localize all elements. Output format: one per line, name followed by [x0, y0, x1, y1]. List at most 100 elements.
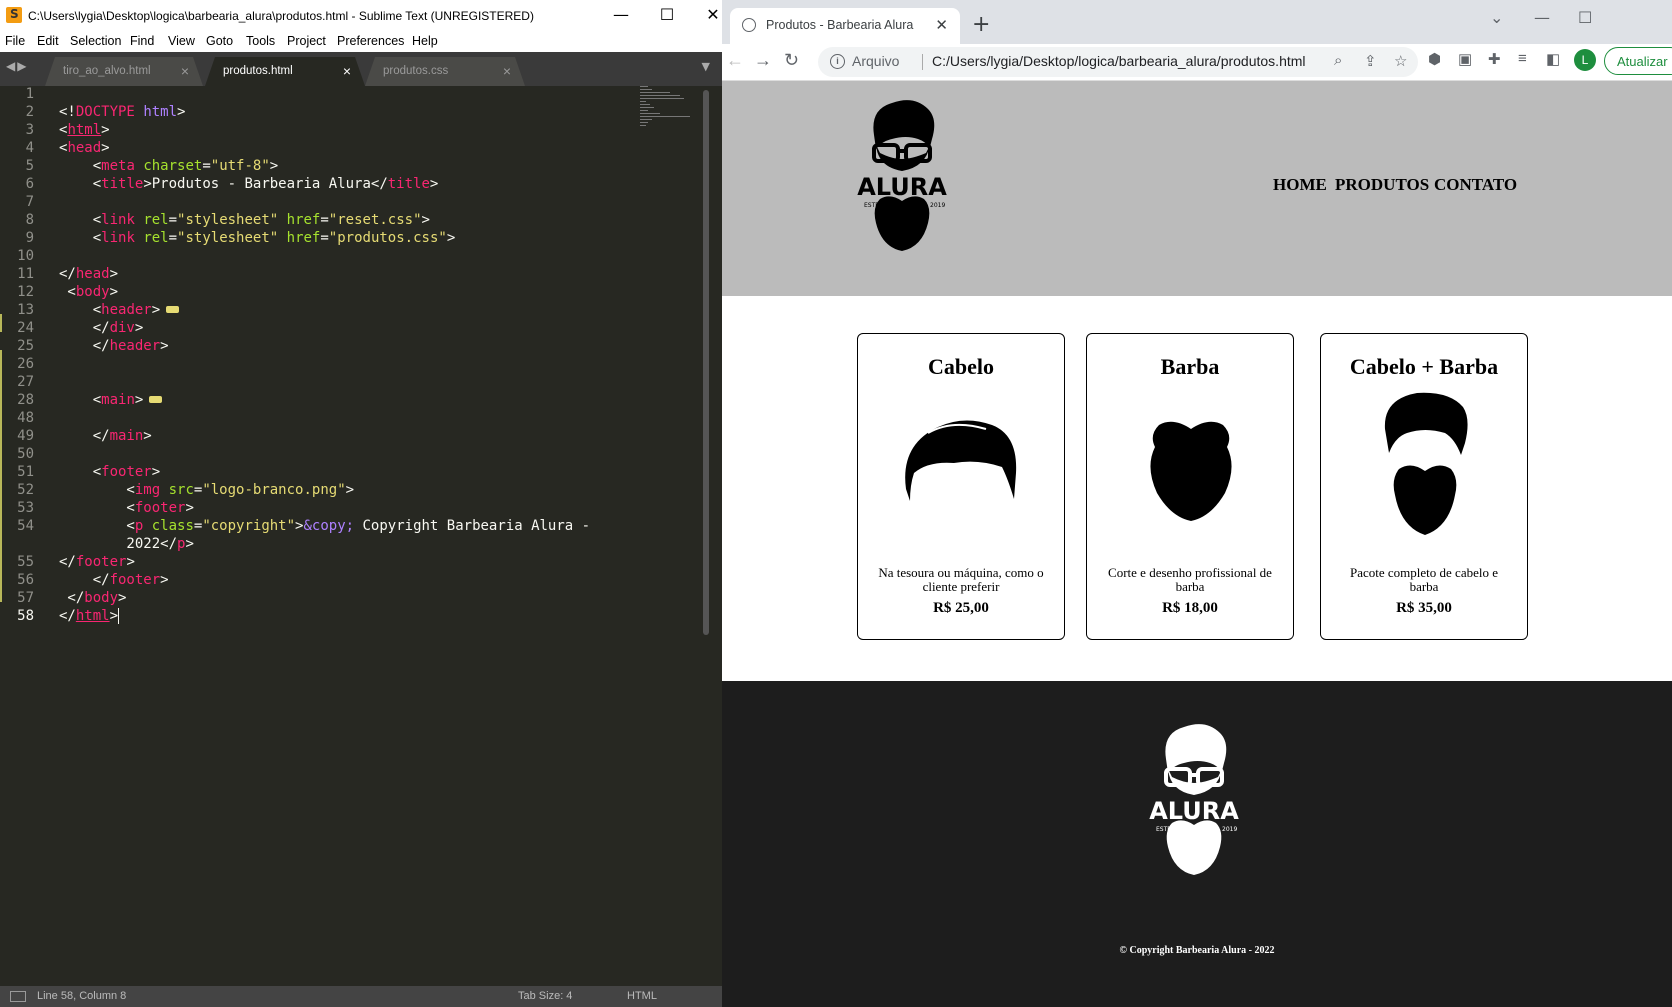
menu-help[interactable]: Help: [412, 34, 438, 48]
url-text[interactable]: C:/Users/lygia/Desktop/logica/barbearia_…: [932, 53, 1306, 69]
line-number: 28: [17, 392, 34, 408]
minimize-button[interactable]: —: [598, 0, 644, 32]
modified-marker: [0, 566, 2, 584]
minimap[interactable]: [640, 86, 698, 146]
update-button[interactable]: Atualizar: [1604, 47, 1672, 75]
code-line: </head>: [59, 266, 119, 282]
card-description: Pacote completo de cabelo e barba: [1350, 565, 1498, 594]
tab-size[interactable]: Tab Size: 4: [518, 990, 572, 1002]
line-number: 48: [17, 410, 34, 426]
close-tab-icon[interactable]: ×: [343, 63, 351, 79]
close-tab-icon[interactable]: ×: [181, 63, 189, 79]
panel-toggle-icon[interactable]: [10, 991, 26, 1002]
menu-goto[interactable]: Goto: [206, 34, 233, 48]
line-number: 58: [17, 608, 34, 624]
product-card-cabelo: Cabelo Na tesoura ou máquina, como o cli…: [857, 333, 1065, 640]
maximize-button[interactable]: ☐: [1578, 8, 1592, 27]
side-panel-icon[interactable]: ◧: [1546, 50, 1560, 68]
logo-text: ALURA: [857, 173, 947, 201]
tab-label: produtos.html: [223, 65, 293, 77]
card-price: R$ 18,00: [1162, 600, 1218, 616]
code-line: 2022</p>: [59, 536, 194, 552]
line-number: 10: [17, 248, 34, 264]
browser-tab[interactable]: Produtos - Barbearia Alura ✕: [730, 8, 960, 44]
line-number: 2: [25, 104, 34, 120]
new-tab-icon[interactable]: +: [972, 12, 990, 37]
card-title: Cabelo: [928, 354, 994, 379]
bookmark-star-icon[interactable]: ☆: [1394, 52, 1407, 70]
alura-logo[interactable]: ALURA ESTD 2019: [852, 95, 952, 255]
reload-icon[interactable]: ↻: [784, 50, 799, 71]
info-icon[interactable]: i: [830, 54, 845, 69]
cursor-position: Line 58, Column 8: [37, 990, 127, 1002]
product-card-barba: Barba Corte e desenho profissional de ba…: [1086, 333, 1294, 640]
globe-icon: [742, 18, 756, 32]
fold-marker-icon[interactable]: [166, 305, 180, 313]
editor-scrollbar[interactable]: [703, 90, 709, 635]
modified-marker: [0, 314, 2, 332]
card-price: R$ 35,00: [1396, 600, 1452, 616]
address-bar[interactable]: i Arquivo C:/Users/lygia/Desktop/logica/…: [818, 47, 1418, 77]
close-tab-icon[interactable]: ✕: [935, 16, 948, 34]
tab-nav-arrows-icon[interactable]: ◀▶: [6, 59, 28, 73]
line-number: 8: [25, 212, 34, 228]
tab-label: tiro_ao_alvo.html: [63, 65, 151, 77]
code-line: <p class="copyright">&copy; Copyright Ba…: [59, 518, 591, 534]
media-icon[interactable]: ≡: [1518, 50, 1527, 67]
back-icon[interactable]: ←: [726, 50, 744, 71]
code-line: </html>: [59, 608, 120, 624]
tab-search-icon[interactable]: ⌄: [1490, 8, 1503, 27]
logo-text: ALURA: [1149, 797, 1239, 825]
scheme-label: Arquivo: [852, 53, 900, 69]
nav-contato[interactable]: CONTATO: [1434, 175, 1517, 195]
text-cursor: [118, 608, 120, 624]
minimize-button[interactable]: —: [1534, 8, 1550, 27]
tab-produtos-css[interactable]: produtos.css ×: [365, 57, 525, 86]
menu-preferences[interactable]: Preferences: [337, 34, 404, 48]
menu-project[interactable]: Project: [287, 34, 326, 48]
hair-icon: [905, 420, 1017, 501]
puzzle-icon[interactable]: ✚: [1488, 50, 1501, 68]
line-number: 3: [25, 122, 34, 138]
share-icon[interactable]: ⇪: [1364, 52, 1377, 70]
forward-icon[interactable]: →: [754, 50, 772, 71]
syntax-mode[interactable]: HTML: [627, 990, 657, 1002]
close-tab-icon[interactable]: ×: [503, 63, 511, 79]
code-line: <main>: [59, 392, 163, 408]
tab-dropdown-icon[interactable]: ▼: [702, 60, 710, 73]
card-title: Cabelo + Barba: [1349, 354, 1499, 379]
menu-file[interactable]: File: [5, 34, 25, 48]
code-editor[interactable]: 1 2 3 4 5 6 7 8 9 10 11 12 13 24 25 26 27 28 48 49 50 51 52 53 5…: [0, 86, 712, 986]
line-number: 52: [17, 482, 34, 498]
line-number: 26: [17, 356, 34, 372]
line-number: 27: [17, 374, 34, 390]
menu-bar: File Edit Selection Find View Goto Tools…: [0, 32, 722, 52]
menu-find[interactable]: Find: [130, 34, 154, 48]
page-viewport: ALURA ESTD 2019 HOME PRODUTOS CONTATO Ca…: [722, 81, 1672, 1007]
window-title: C:\Users\lygia\Desktop\logica\barbearia_…: [28, 9, 534, 23]
logo-year: 2019: [1222, 826, 1237, 833]
line-number: 6: [25, 176, 34, 192]
menu-selection[interactable]: Selection: [70, 34, 121, 48]
line-number: 24: [17, 320, 34, 336]
extension-icon[interactable]: ⬢: [1428, 50, 1441, 68]
tab-produtos-html[interactable]: produtos.html ×: [205, 57, 365, 86]
fold-marker-icon[interactable]: [149, 395, 163, 403]
line-number: 4: [25, 140, 34, 156]
line-number: 25: [17, 338, 34, 354]
maximize-button[interactable]: ☐: [644, 0, 690, 32]
zoom-icon[interactable]: ⌕: [1334, 52, 1342, 69]
menu-tools[interactable]: Tools: [246, 34, 275, 48]
tab-tiro-ao-alvo[interactable]: tiro_ao_alvo.html ×: [45, 57, 203, 86]
menu-edit[interactable]: Edit: [37, 34, 59, 48]
nav-home[interactable]: HOME: [1273, 175, 1327, 195]
title-bar: C:\Users\lygia\Desktop\logica\barbearia_…: [0, 0, 722, 32]
modified-marker: [0, 350, 2, 602]
profile-avatar[interactable]: L: [1574, 49, 1596, 71]
product-card-cabelo-barba: Cabelo + Barba Pacote completo de cabelo…: [1320, 333, 1528, 640]
menu-view[interactable]: View: [168, 34, 195, 48]
extension-icon[interactable]: ▣: [1458, 50, 1472, 68]
code-line: </header>: [59, 338, 169, 354]
code-line: </main>: [59, 428, 152, 444]
nav-produtos[interactable]: PRODUTOS: [1335, 175, 1429, 195]
